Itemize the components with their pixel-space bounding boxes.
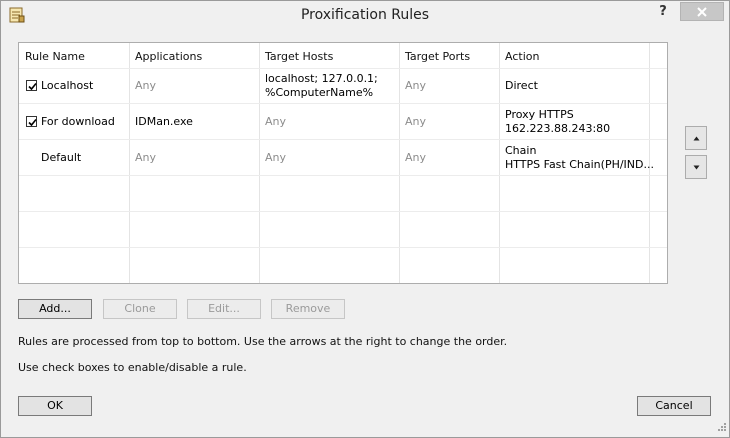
column-header-rule-name[interactable]: Rule Name (25, 50, 85, 63)
help-button[interactable]: ? (656, 4, 670, 20)
close-button[interactable] (680, 2, 724, 21)
rule-applications: Any (135, 79, 157, 92)
column-header-action[interactable]: Action (505, 50, 539, 63)
title-bar[interactable]: Proxification Rules ? (1, 1, 729, 31)
rule-applications: IDMan.exe (135, 115, 193, 128)
rule-action-line2: 162.223.88.243:80 (505, 122, 611, 135)
column-header-target-hosts[interactable]: Target Hosts (265, 50, 333, 63)
rule-enabled-checkbox[interactable] (26, 80, 37, 91)
rule-enabled-checkbox[interactable] (26, 116, 37, 127)
rule-name: For download (41, 115, 115, 128)
rule-ports: Any (405, 115, 427, 128)
resize-grip-icon[interactable] (717, 422, 727, 435)
ok-button[interactable]: OK (18, 396, 92, 416)
cancel-button[interactable]: Cancel (637, 396, 711, 416)
column-header-target-ports[interactable]: Target Ports (405, 50, 470, 63)
rule-hosts-line1: localhost; 127.0.0.1; (265, 72, 378, 85)
rule-name: Default (41, 151, 82, 164)
window-title: Proxification Rules (300, 7, 430, 23)
add-button[interactable]: Add... (18, 299, 92, 319)
proxification-rules-dialog: Proxification Rules ? Rule Name Applicat… (0, 0, 730, 438)
rules-table[interactable]: Rule Name Applications Target Hosts Targ… (18, 42, 668, 284)
rule-applications: Any (135, 151, 157, 164)
rule-hosts-line2: %ComputerName% (265, 86, 374, 99)
move-up-button[interactable] (685, 126, 707, 150)
arrow-down-icon (693, 165, 700, 170)
clone-button[interactable]: Clone (103, 299, 177, 319)
column-header-applications[interactable]: Applications (135, 50, 202, 63)
rule-action-line2: HTTPS Fast Chain(PH/IND... (505, 158, 654, 171)
checkmark-icon (28, 82, 37, 91)
move-down-button[interactable] (685, 155, 707, 179)
arrow-up-icon (693, 136, 700, 141)
checkmark-icon (28, 118, 37, 127)
rule-ports: Any (405, 151, 427, 164)
rule-action-line1: Proxy HTTPS (505, 108, 574, 121)
rule-name: Localhost (41, 79, 94, 92)
rule-hosts-line1: Any (265, 115, 287, 128)
info-text-checkboxes: Use check boxes to enable/disable a rule… (18, 361, 247, 374)
rule-action-line1: Direct (505, 79, 538, 92)
rule-action-line1: Chain (505, 144, 537, 157)
edit-button[interactable]: Edit... (187, 299, 261, 319)
rule-ports: Any (405, 79, 427, 92)
info-text-order: Rules are processed from top to bottom. … (18, 335, 508, 348)
remove-button[interactable]: Remove (271, 299, 345, 319)
close-icon (697, 7, 707, 17)
rule-hosts-line1: Any (265, 151, 287, 164)
